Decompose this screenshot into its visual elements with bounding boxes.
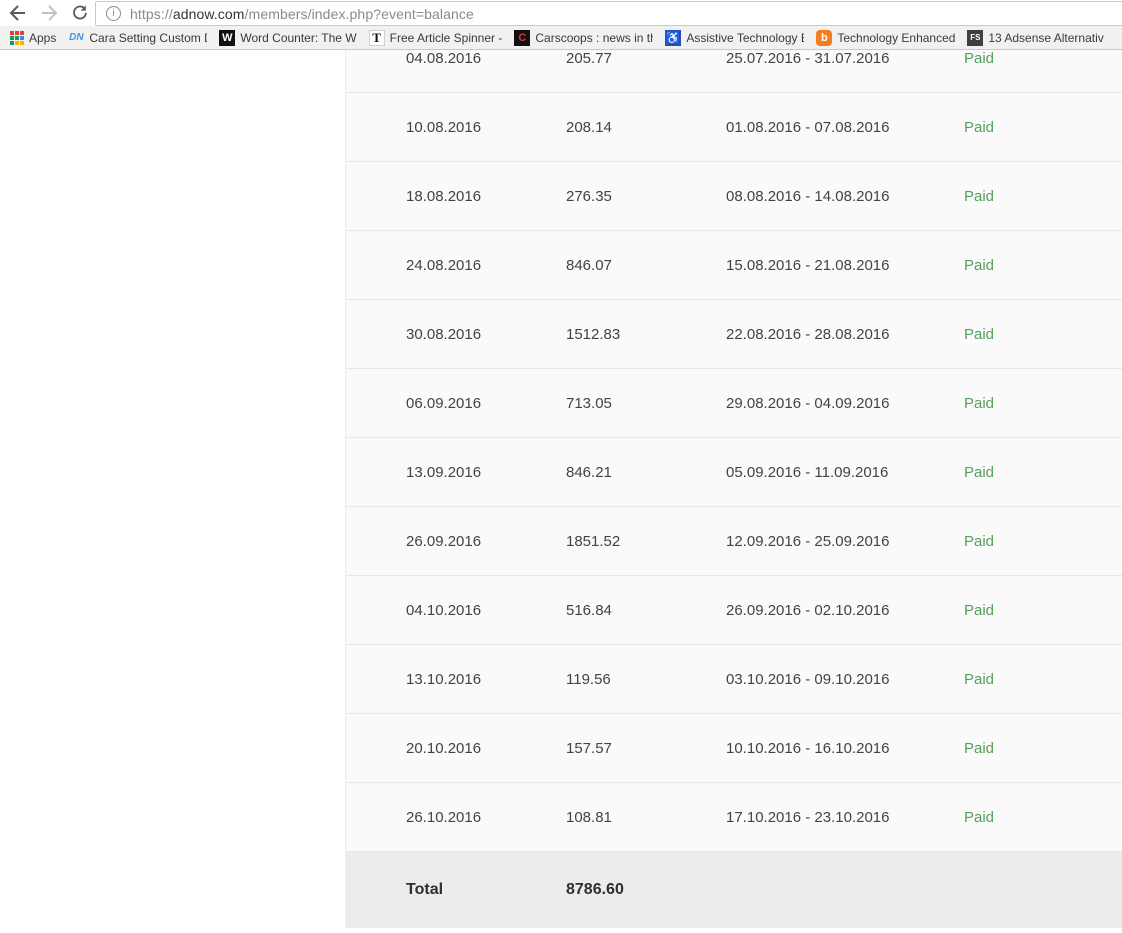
page-content: 04.08.2016 205.77 25.07.2016 - 31.07.201… bbox=[0, 50, 1122, 932]
back-icon bbox=[9, 5, 25, 21]
payment-date: 13.09.2016 bbox=[406, 463, 482, 481]
payment-status-paid: Paid bbox=[964, 325, 995, 343]
article-spinner-favicon: T bbox=[368, 29, 385, 46]
payment-date: 20.10.2016 bbox=[406, 739, 482, 757]
address-bar[interactable]: i https://adnow.com/members/index.php?ev… bbox=[95, 1, 1122, 26]
bookmark-item[interactable]: FS 13 Adsense Alternativ bbox=[967, 29, 1104, 46]
payment-status-paid: Paid bbox=[964, 808, 995, 826]
payment-row: 04.10.2016 516.84 26.09.2016 - 02.10.201… bbox=[346, 576, 1122, 645]
reload-icon bbox=[73, 5, 87, 20]
word-counter-favicon: W bbox=[219, 29, 236, 46]
payment-amount: 157.57 bbox=[566, 739, 612, 757]
payment-amount: 1851.52 bbox=[566, 532, 621, 550]
bookmark-item[interactable]: C Carscoops : news in th bbox=[514, 29, 653, 46]
total-amount: 8786.60 bbox=[566, 881, 624, 898]
table-rows: 04.08.2016 205.77 25.07.2016 - 31.07.201… bbox=[346, 50, 1122, 852]
payment-status-paid: Paid bbox=[964, 256, 995, 274]
payment-period: 17.10.2016 - 23.10.2016 bbox=[726, 808, 890, 826]
payment-period: 12.09.2016 - 25.09.2016 bbox=[726, 532, 890, 550]
bookmark-item[interactable]: T Free Article Spinner - bbox=[368, 29, 502, 46]
payment-row: 13.10.2016 119.56 03.10.2016 - 09.10.201… bbox=[346, 645, 1122, 714]
payment-amount: 846.07 bbox=[566, 256, 612, 274]
payment-period: 26.09.2016 - 02.10.2016 bbox=[726, 601, 890, 619]
fs-favicon: FS bbox=[967, 29, 984, 46]
payment-period: 15.08.2016 - 21.08.2016 bbox=[726, 256, 890, 274]
payment-amount: 516.84 bbox=[566, 601, 612, 619]
payment-date: 24.08.2016 bbox=[406, 256, 482, 274]
payment-date: 10.08.2016 bbox=[406, 118, 482, 136]
payment-date: 04.08.2016 bbox=[406, 50, 482, 67]
url-text: https://adnow.com/members/index.php?even… bbox=[130, 6, 474, 22]
payment-amount: 713.05 bbox=[566, 394, 612, 412]
dn-favicon: DN bbox=[69, 31, 84, 43]
payment-period: 25.07.2016 - 31.07.2016 bbox=[726, 50, 890, 67]
total-label: Total bbox=[406, 881, 444, 898]
payment-status-paid: Paid bbox=[964, 187, 995, 205]
apps-grid-icon bbox=[10, 30, 24, 45]
payment-amount: 1512.83 bbox=[566, 325, 621, 343]
payment-amount: 119.56 bbox=[566, 670, 611, 688]
payment-date: 04.10.2016 bbox=[406, 601, 482, 619]
apps-label: Apps bbox=[29, 30, 57, 45]
payment-date: 26.09.2016 bbox=[406, 532, 482, 550]
payment-period: 22.08.2016 - 28.08.2016 bbox=[726, 325, 890, 343]
payment-period: 05.09.2016 - 11.09.2016 bbox=[726, 463, 889, 481]
payment-amount: 205.77 bbox=[566, 50, 612, 67]
bookmark-item[interactable]: W Word Counter: The W bbox=[219, 29, 357, 46]
payment-row: 26.09.2016 1851.52 12.09.2016 - 25.09.20… bbox=[346, 507, 1122, 576]
payment-date: 06.09.2016 bbox=[406, 394, 482, 412]
payment-row: 04.08.2016 205.77 25.07.2016 - 31.07.201… bbox=[346, 50, 1122, 93]
payment-date: 13.10.2016 bbox=[406, 670, 482, 688]
total-row: Total 8786.60 bbox=[346, 852, 1122, 928]
payment-amount: 276.35 bbox=[566, 187, 612, 205]
balance-table: 04.08.2016 205.77 25.07.2016 - 31.07.201… bbox=[345, 50, 1122, 928]
payment-amount: 108.81 bbox=[566, 808, 612, 826]
payment-period: 29.08.2016 - 04.09.2016 bbox=[726, 394, 890, 412]
payment-date: 26.10.2016 bbox=[406, 808, 482, 826]
payment-status-paid: Paid bbox=[964, 118, 995, 136]
blogger-favicon: b bbox=[816, 29, 833, 46]
payment-row: 13.09.2016 846.21 05.09.2016 - 11.09.201… bbox=[346, 438, 1122, 507]
payment-date: 30.08.2016 bbox=[406, 325, 482, 343]
apps-shortcut[interactable]: Apps bbox=[10, 30, 57, 45]
payment-period: 10.10.2016 - 16.10.2016 bbox=[726, 739, 890, 757]
bookmark-item[interactable]: DN Cara Setting Custom D bbox=[68, 30, 207, 46]
payment-amount: 846.21 bbox=[566, 463, 612, 481]
back-button[interactable] bbox=[6, 1, 30, 25]
bookmarks-bar: Apps DN Cara Setting Custom D W Word Cou… bbox=[0, 26, 1122, 50]
bookmark-item[interactable]: ♿ Assistive Technology E bbox=[665, 29, 804, 46]
browser-toolbar: i https://adnow.com/members/index.php?ev… bbox=[0, 0, 1122, 26]
page-info-icon[interactable]: i bbox=[106, 6, 121, 21]
payment-status-paid: Paid bbox=[964, 463, 995, 481]
payment-row: 10.08.2016 208.14 01.08.2016 - 07.08.201… bbox=[346, 93, 1122, 162]
forward-button[interactable] bbox=[37, 1, 61, 25]
payment-period: 03.10.2016 - 09.10.2016 bbox=[726, 670, 890, 688]
url-scheme: https:// bbox=[130, 5, 173, 22]
payment-row: 24.08.2016 846.07 15.08.2016 - 21.08.201… bbox=[346, 231, 1122, 300]
payment-status-paid: Paid bbox=[964, 670, 995, 688]
payment-date: 18.08.2016 bbox=[406, 187, 482, 205]
payment-row: 20.10.2016 157.57 10.10.2016 - 16.10.201… bbox=[346, 714, 1122, 783]
carscoops-favicon: C bbox=[514, 29, 531, 46]
payment-row: 30.08.2016 1512.83 22.08.2016 - 28.08.20… bbox=[346, 300, 1122, 369]
url-domain: adnow.com bbox=[172, 5, 245, 22]
payment-status-paid: Paid bbox=[964, 50, 995, 67]
payment-status-paid: Paid bbox=[964, 601, 995, 619]
payment-row: 06.09.2016 713.05 29.08.2016 - 04.09.201… bbox=[346, 369, 1122, 438]
payment-row: 18.08.2016 276.35 08.08.2016 - 14.08.201… bbox=[346, 162, 1122, 231]
url-path: /members/index.php?event=balance bbox=[244, 5, 474, 22]
forward-icon bbox=[42, 5, 58, 21]
payment-amount: 208.14 bbox=[566, 118, 612, 136]
payment-status-paid: Paid bbox=[964, 532, 995, 550]
payment-status-paid: Paid bbox=[964, 739, 995, 757]
payment-status-paid: Paid bbox=[964, 394, 995, 412]
payment-period: 08.08.2016 - 14.08.2016 bbox=[726, 187, 890, 205]
payment-row: 26.10.2016 108.81 17.10.2016 - 23.10.201… bbox=[346, 783, 1122, 852]
payment-period: 01.08.2016 - 07.08.2016 bbox=[726, 118, 890, 136]
nav-buttons bbox=[6, 0, 92, 26]
bookmark-item[interactable]: b Technology Enhanced bbox=[816, 29, 955, 46]
reload-button[interactable] bbox=[68, 1, 92, 25]
assistive-technology-favicon: ♿ bbox=[665, 29, 682, 46]
